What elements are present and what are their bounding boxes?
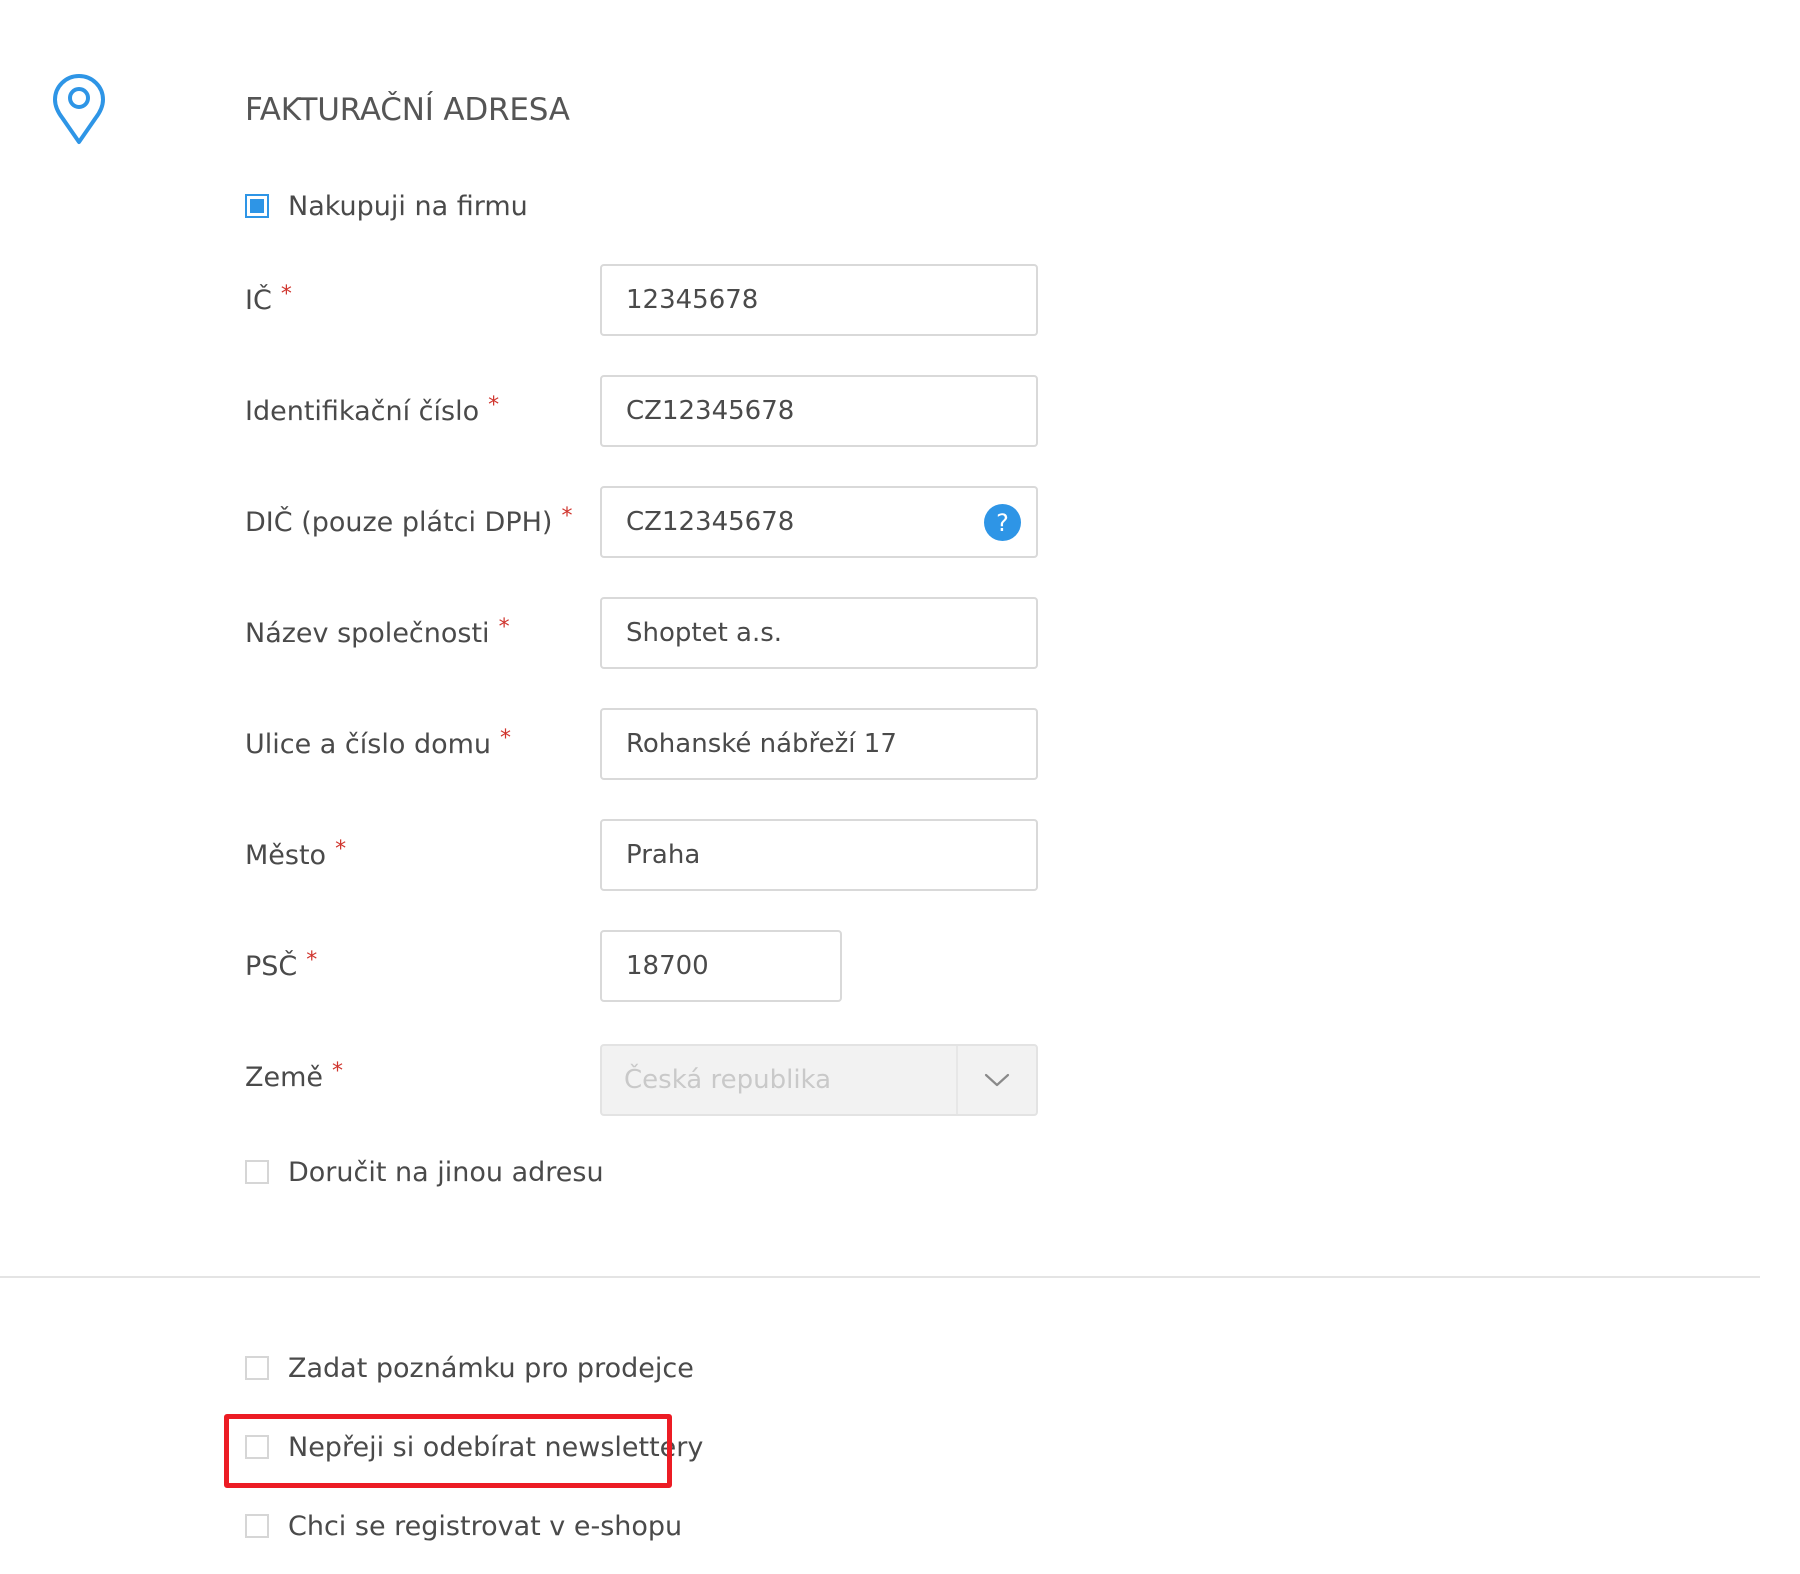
zip-label-text: PSČ <box>245 950 298 982</box>
other-address-label: Doručit na jinou adresu <box>288 1156 604 1188</box>
chevron-down-icon <box>984 1073 1010 1087</box>
identification-number-label-text: Identifikační číslo <box>245 395 480 427</box>
dic-label-text: DIČ (pouze plátci DPH) <box>245 506 553 538</box>
required-star: * <box>332 1058 344 1084</box>
company-purchase-label: Nakupuji na firmu <box>288 190 528 222</box>
register-checkbox-row[interactable]: Chci se registrovat v e-shopu <box>245 1506 682 1546</box>
country-label: Země * <box>245 1041 343 1113</box>
dic-label: DIČ (pouze plátci DPH) * <box>245 486 572 558</box>
other-address-checkbox[interactable] <box>245 1160 269 1184</box>
ic-label: IČ * <box>245 264 292 336</box>
street-input[interactable] <box>600 708 1038 780</box>
city-input[interactable] <box>600 819 1038 891</box>
other-address-checkbox-row[interactable]: Doručit na jinou adresu <box>245 1152 604 1192</box>
country-select[interactable]: Česká republika <box>600 1044 1038 1116</box>
register-checkbox[interactable] <box>245 1514 269 1538</box>
street-label: Ulice a číslo domu * <box>245 708 511 780</box>
company-name-label: Název společnosti * <box>245 597 510 669</box>
required-star: * <box>335 836 347 862</box>
required-star: * <box>500 725 512 751</box>
required-star: * <box>280 281 292 307</box>
dic-input[interactable] <box>600 486 1038 558</box>
company-purchase-checkbox[interactable] <box>245 194 269 218</box>
company-name-label-text: Název společnosti <box>245 617 490 649</box>
identification-number-label: Identifikační číslo * <box>245 375 499 447</box>
required-star: * <box>306 947 318 973</box>
ic-label-text: IČ <box>245 284 272 316</box>
company-purchase-checkbox-row[interactable]: Nakupuji na firmu <box>245 186 528 226</box>
required-star: * <box>561 503 573 529</box>
location-pin-icon <box>53 74 105 144</box>
register-label: Chci se registrovat v e-shopu <box>288 1510 683 1542</box>
help-icon[interactable]: ? <box>984 504 1021 541</box>
country-label-text: Země <box>245 1061 324 1093</box>
section-separator <box>0 1276 1760 1278</box>
identification-number-input[interactable] <box>600 375 1038 447</box>
required-star: * <box>498 614 510 640</box>
street-label-text: Ulice a číslo domu <box>245 728 492 760</box>
country-select-value: Česká republika <box>624 1065 832 1095</box>
city-label: Město * <box>245 819 346 891</box>
seller-note-label: Zadat poznámku pro prodejce <box>288 1352 694 1384</box>
company-name-input[interactable] <box>600 597 1038 669</box>
zip-label: PSČ * <box>245 930 317 1002</box>
city-label-text: Město <box>245 839 327 871</box>
seller-note-checkbox-row[interactable]: Zadat poznámku pro prodejce <box>245 1348 694 1388</box>
select-arrow-area[interactable] <box>958 1046 1036 1114</box>
required-star: * <box>488 392 500 418</box>
seller-note-checkbox[interactable] <box>245 1356 269 1380</box>
highlight-frame <box>224 1414 672 1488</box>
zip-input[interactable] <box>600 930 842 1002</box>
section-title: FAKTURAČNÍ ADRESA <box>245 92 570 128</box>
ic-input[interactable] <box>600 264 1038 336</box>
